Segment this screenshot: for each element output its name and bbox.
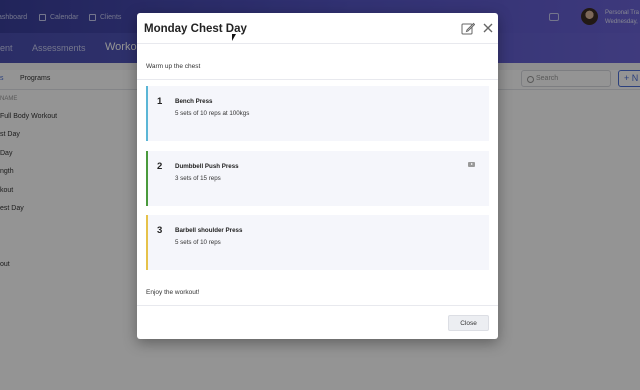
- exercise-name: Dumbbell Push Press: [175, 163, 239, 170]
- exercise-description: 5 sets of 10 reps at 100kgs: [175, 110, 250, 117]
- exercise-name: Bench Press: [175, 98, 213, 105]
- outro-text: Enjoy the workout!: [146, 289, 200, 296]
- exercise-name: Barbell shoulder Press: [175, 227, 243, 234]
- exercise-description: 3 sets of 15 reps: [175, 175, 221, 182]
- video-icon[interactable]: [468, 162, 475, 167]
- divider: [137, 43, 498, 44]
- exercise-description: 5 sets of 10 reps: [175, 239, 221, 246]
- exercise-number: 1: [157, 96, 163, 107]
- edit-icon[interactable]: [461, 22, 475, 36]
- mouse-cursor: [232, 34, 236, 41]
- close-icon[interactable]: [482, 22, 494, 34]
- exercise-number: 3: [157, 225, 163, 236]
- close-button[interactable]: Close: [448, 315, 489, 331]
- exercise-card: 1 Bench Press 5 sets of 10 reps at 100kg…: [146, 86, 489, 141]
- exercise-card: 2 Dumbbell Push Press 3 sets of 15 reps: [146, 151, 489, 206]
- workout-modal: Monday Chest Day Warm up the chest 1 Ben…: [137, 13, 498, 339]
- divider: [137, 305, 498, 306]
- exercise-card: 3 Barbell shoulder Press 5 sets of 10 re…: [146, 215, 489, 270]
- divider: [137, 79, 498, 80]
- intro-text: Warm up the chest: [146, 63, 201, 70]
- exercise-number: 2: [157, 161, 163, 172]
